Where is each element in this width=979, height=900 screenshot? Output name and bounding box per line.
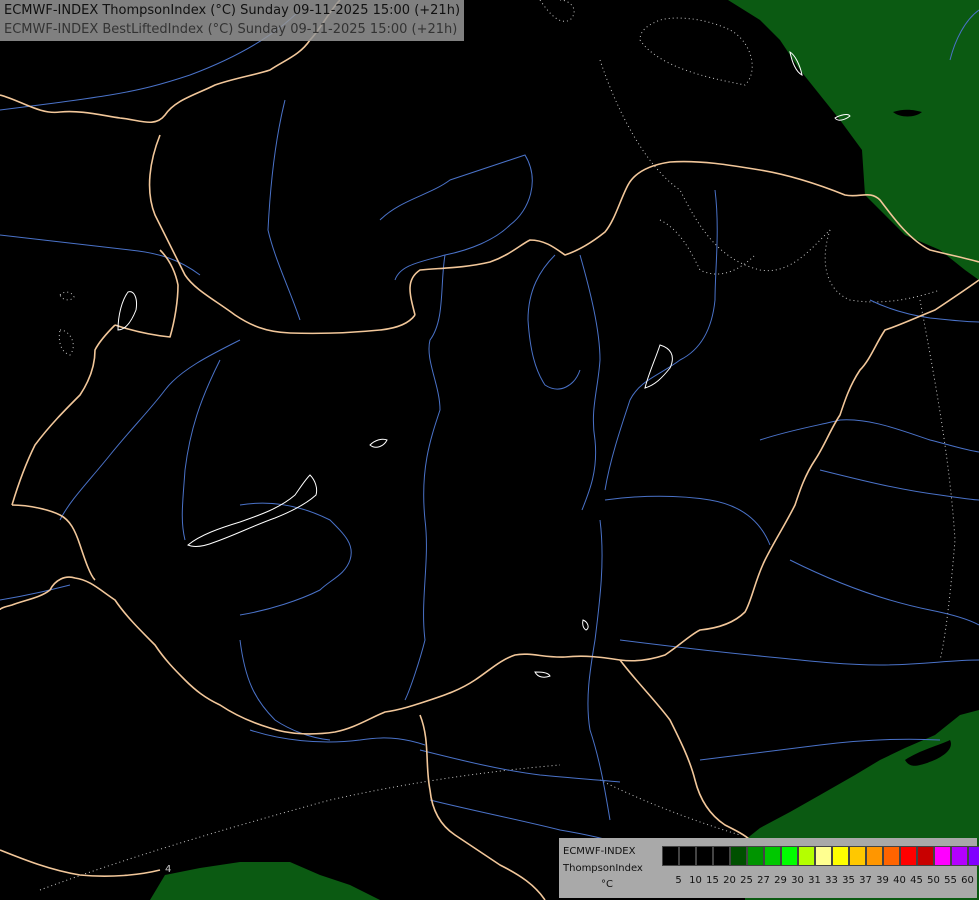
legend-tick-label: 40 xyxy=(893,875,906,886)
legend-tick-label: 45 xyxy=(910,875,923,886)
legend-ticks: 5 10 15 20 25 27 29 30 31 33 35 37 39 40 45 50 55 60 xyxy=(662,875,974,887)
legend-tick-label: 31 xyxy=(808,875,821,886)
legend-tick-label: 33 xyxy=(825,875,838,886)
legend-swatch xyxy=(968,846,979,866)
legend-swatch xyxy=(934,846,951,866)
legend-tick-label: 30 xyxy=(791,875,804,886)
weather-map: 4 xyxy=(0,0,979,900)
legend-parameter: ThompsonIndex xyxy=(563,863,643,874)
legend-tick-label: 55 xyxy=(944,875,957,886)
legend-tick-label: 29 xyxy=(774,875,787,886)
legend-tick-label: 25 xyxy=(740,875,753,886)
legend-tick-label: 60 xyxy=(961,875,974,886)
legend-swatch xyxy=(951,846,968,866)
legend-tick-label: 27 xyxy=(757,875,770,886)
legend-swatch xyxy=(849,846,866,866)
legend-swatch xyxy=(764,846,781,866)
legend-unit: °C xyxy=(601,879,613,890)
color-legend: ECMWF-INDEX ThompsonIndex °C 5 10 15 20 25 27… xyxy=(559,838,979,898)
legend-tick-label: 10 xyxy=(689,875,702,886)
legend-swatch xyxy=(730,846,747,866)
legend-swatch xyxy=(900,846,917,866)
legend-swatch xyxy=(747,846,764,866)
contour-label: 4 xyxy=(165,864,171,875)
legend-swatch xyxy=(713,846,730,866)
legend-swatches xyxy=(662,846,979,866)
legend-swatch xyxy=(832,846,849,866)
legend-tick-label: 37 xyxy=(859,875,872,886)
legend-tick-label: 35 xyxy=(842,875,855,886)
legend-swatch xyxy=(917,846,934,866)
legend-swatch xyxy=(679,846,696,866)
legend-model: ECMWF-INDEX xyxy=(563,846,636,857)
legend-tick-label: 5 xyxy=(675,875,682,886)
title-block: ECMWF-INDEX ThompsonIndex (°C) Sunday 09… xyxy=(0,0,465,41)
legend-swatch xyxy=(815,846,832,866)
legend-swatch xyxy=(781,846,798,866)
title-line-1: ECMWF-INDEX ThompsonIndex (°C) Sunday 09… xyxy=(4,3,461,18)
legend-tick-label: 50 xyxy=(927,875,940,886)
legend-tick-label: 39 xyxy=(876,875,889,886)
legend-swatch xyxy=(662,846,679,866)
legend-swatch xyxy=(798,846,815,866)
legend-swatch xyxy=(696,846,713,866)
legend-swatch xyxy=(866,846,883,866)
legend-swatch xyxy=(883,846,900,866)
title-line-2: ECMWF-INDEX BestLiftedIndex (°C) Sunday … xyxy=(4,22,458,37)
legend-tick-label: 15 xyxy=(706,875,719,886)
legend-tick-label: 20 xyxy=(723,875,736,886)
